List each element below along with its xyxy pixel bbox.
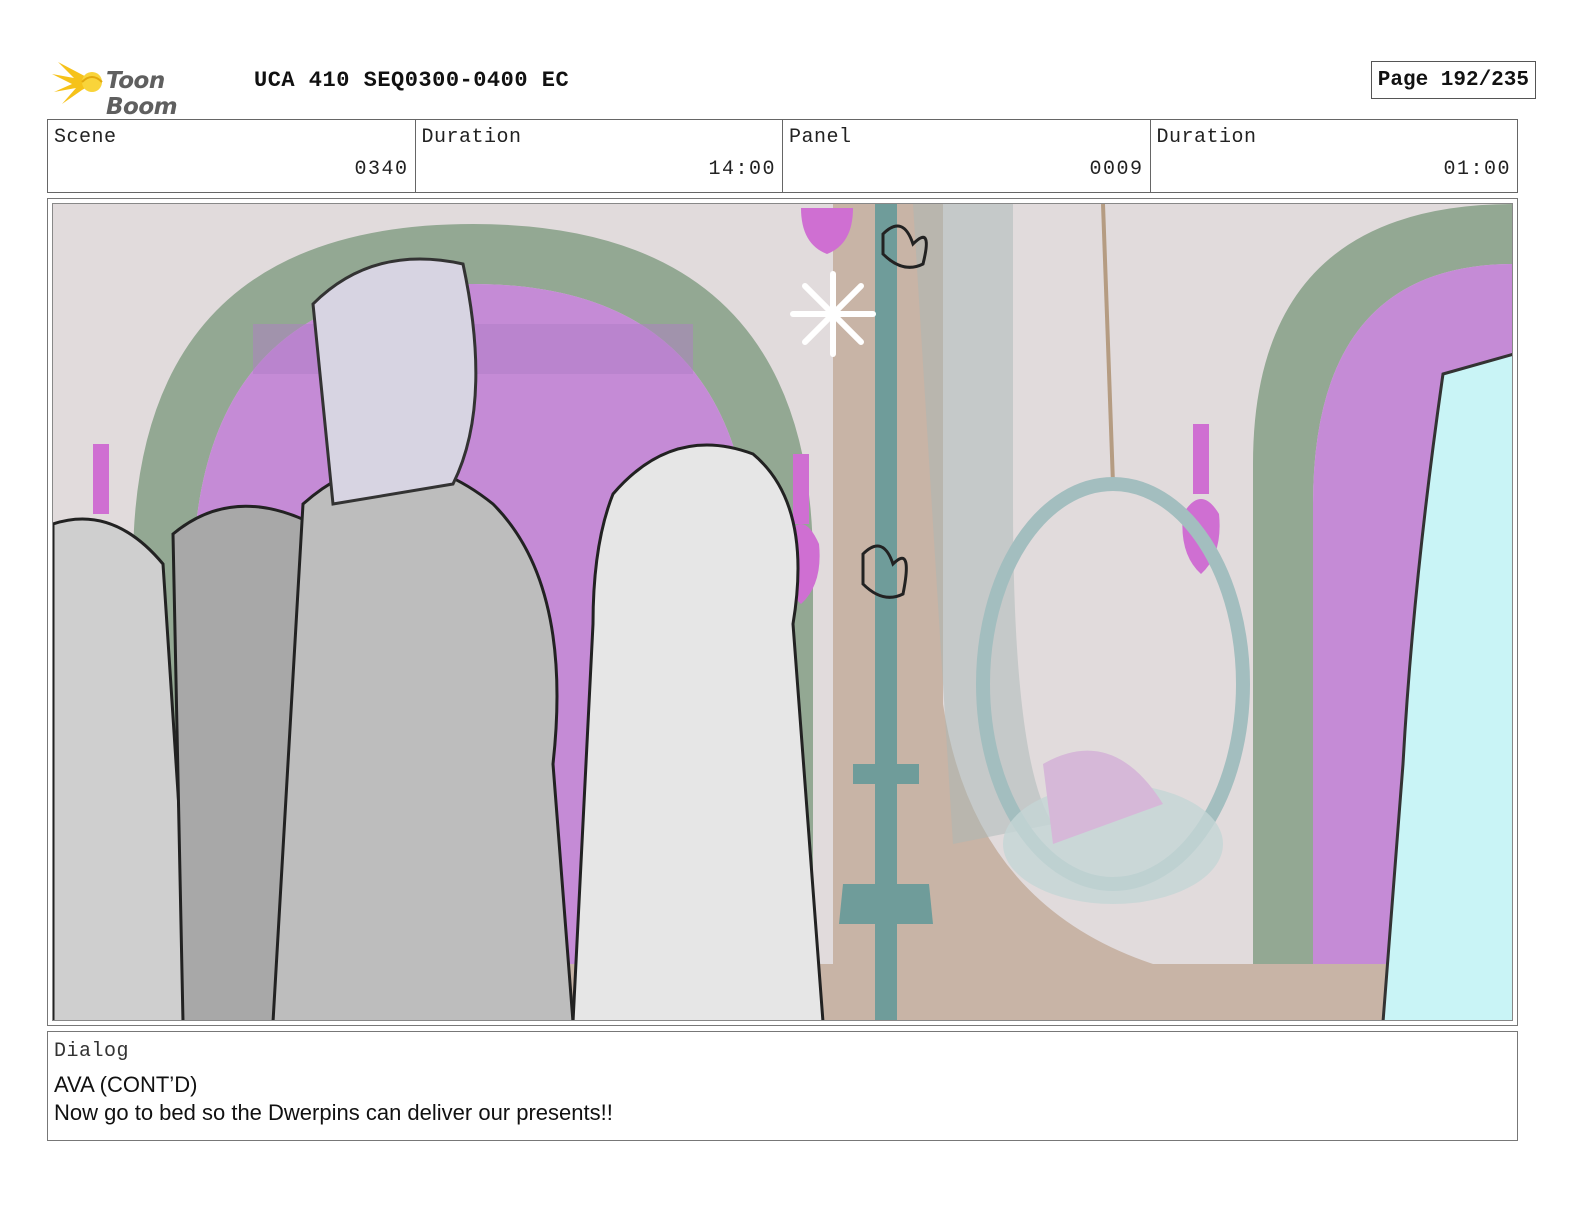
dialog-box: Dialog AVA (CONT’D) Now go to bed so the… bbox=[47, 1031, 1518, 1141]
panel-value: 0009 bbox=[1089, 158, 1144, 181]
scene-duration-label: Duration bbox=[421, 126, 522, 149]
storyboard-panel bbox=[47, 198, 1518, 1026]
dialog-label: Dialog bbox=[54, 1040, 130, 1063]
panel-duration-cell: Duration 01:00 bbox=[1151, 120, 1518, 192]
page-number: Page 192/235 bbox=[1370, 61, 1536, 99]
scene-duration-cell: Duration 14:00 bbox=[416, 120, 783, 192]
dialog-speaker: AVA (CONT’D) bbox=[54, 1072, 198, 1097]
scene-duration-value: 14:00 bbox=[708, 158, 776, 181]
document-title: UCA 410 SEQ0300-0400 EC bbox=[254, 68, 570, 93]
toon-boom-logo: Toon Boom bbox=[52, 58, 240, 120]
scene-label: Scene bbox=[54, 126, 117, 149]
logo-text: Toon Boom bbox=[106, 68, 178, 120]
logo-burst-icon bbox=[52, 62, 103, 104]
dialog-line: Now go to bed so the Dwerpins can delive… bbox=[54, 1100, 613, 1125]
page-header: Toon Boom UCA 410 SEQ0300-0400 EC Page 1… bbox=[52, 56, 1536, 120]
panel-duration-value: 01:00 bbox=[1443, 158, 1511, 181]
scene-info-table: Scene 0340 Duration 14:00 Panel 0009 Dur… bbox=[47, 119, 1518, 193]
panel-label: Panel bbox=[789, 126, 852, 149]
panel-duration-label: Duration bbox=[1156, 126, 1257, 149]
panel-image bbox=[52, 203, 1513, 1021]
panel-cell: Panel 0009 bbox=[783, 120, 1151, 192]
panel-illustration bbox=[53, 204, 1512, 1020]
scene-cell: Scene 0340 bbox=[48, 120, 416, 192]
scene-value: 0340 bbox=[354, 158, 409, 181]
